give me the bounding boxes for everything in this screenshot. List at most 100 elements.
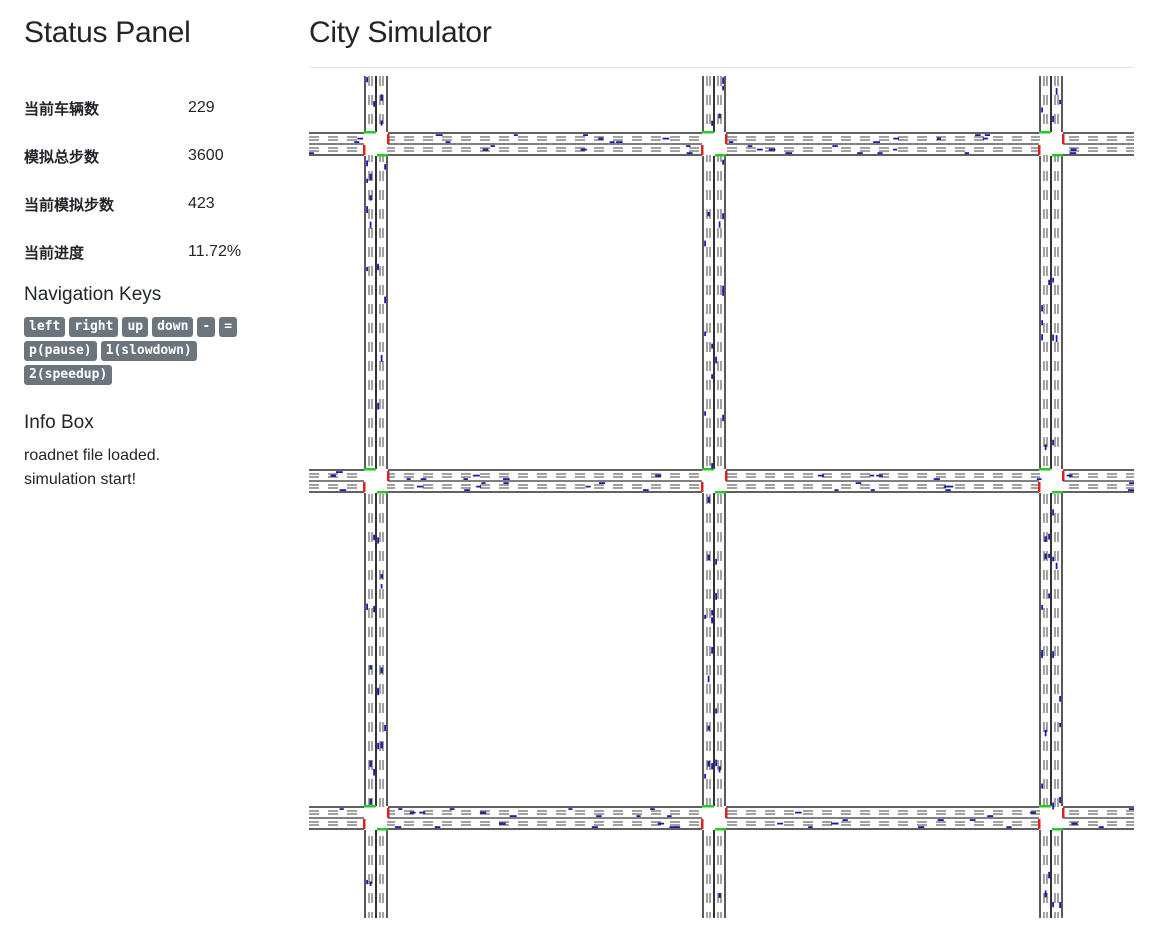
signal-green xyxy=(702,131,714,134)
vehicle xyxy=(1059,99,1061,105)
signal-green xyxy=(715,154,726,157)
vehicle xyxy=(1098,826,1104,828)
vehicle xyxy=(936,137,941,140)
intersection xyxy=(703,807,725,829)
navigation-keys-title: Navigation Keys xyxy=(24,284,162,305)
vehicle xyxy=(377,402,379,410)
vehicle xyxy=(1041,334,1043,341)
vehicle xyxy=(808,826,813,828)
vehicle xyxy=(667,815,672,817)
signal-green xyxy=(1052,154,1063,157)
vehicle xyxy=(366,77,368,83)
vehicle xyxy=(369,173,372,181)
vehicle xyxy=(1059,722,1061,728)
vehicle xyxy=(384,164,386,170)
vehicle xyxy=(707,496,710,503)
key-zoom-in[interactable]: = xyxy=(219,317,238,337)
vehicle xyxy=(1069,152,1077,154)
vehicle xyxy=(686,145,691,147)
vehicle xyxy=(982,137,988,140)
intersection xyxy=(1040,807,1062,829)
vehicle xyxy=(482,148,489,151)
vehicle xyxy=(373,605,375,613)
vehicle xyxy=(406,478,411,480)
vehicle xyxy=(704,411,706,416)
intersection xyxy=(703,470,725,492)
vehicle xyxy=(398,808,403,810)
vehicle xyxy=(609,141,615,143)
vehicle xyxy=(1044,890,1047,898)
vehicle xyxy=(1128,808,1134,810)
key-slowdown[interactable]: 1(slowdown) xyxy=(100,341,197,361)
vehicle xyxy=(1041,107,1043,113)
vehicle xyxy=(369,760,372,768)
key-left[interactable]: left xyxy=(24,317,66,337)
key-pause[interactable]: p(pause) xyxy=(24,341,97,361)
vehicle xyxy=(409,811,416,814)
vehicle xyxy=(380,574,383,579)
vehicle xyxy=(711,647,713,654)
vehicle xyxy=(366,206,368,214)
status-panel-title: Status Panel xyxy=(24,16,191,49)
signal-green xyxy=(364,468,376,471)
vehicle xyxy=(715,356,717,364)
vehicle xyxy=(583,134,589,136)
intersection xyxy=(1040,133,1062,155)
vehicle xyxy=(380,741,383,749)
vehicle xyxy=(1052,556,1054,562)
vehicle xyxy=(419,811,426,814)
vehicle xyxy=(380,94,383,101)
signal-red xyxy=(725,808,728,818)
key-up[interactable]: up xyxy=(122,317,149,337)
vehicle xyxy=(711,343,713,349)
vehicle xyxy=(1052,334,1054,341)
vehicle xyxy=(857,152,863,154)
vehicle xyxy=(817,474,825,477)
key-zoom-out[interactable]: - xyxy=(197,317,216,337)
vehicle xyxy=(1041,320,1043,326)
vehicle xyxy=(662,137,670,140)
vehicle xyxy=(794,811,802,814)
vehicle xyxy=(655,474,662,477)
vehicle xyxy=(718,893,721,898)
vehicle xyxy=(616,141,623,143)
vehicle xyxy=(394,826,402,828)
vehicle xyxy=(1052,802,1054,810)
intersection xyxy=(1040,470,1062,492)
vehicle xyxy=(1036,478,1042,480)
vehicle xyxy=(707,554,710,561)
vehicle xyxy=(650,808,655,810)
intersection xyxy=(365,133,387,155)
vehicle xyxy=(598,482,606,484)
vehicle xyxy=(707,675,710,683)
vehicle xyxy=(711,610,713,616)
vehicle xyxy=(380,354,383,362)
signal-green xyxy=(1039,805,1051,808)
signal-red xyxy=(363,819,366,829)
key-down[interactable]: down xyxy=(152,317,194,337)
stat-value: 11.72% xyxy=(188,243,242,260)
signal-green xyxy=(377,491,388,494)
vehicle xyxy=(933,478,940,480)
vehicle xyxy=(873,141,880,143)
signal-red xyxy=(1038,482,1041,492)
vehicle xyxy=(435,134,443,136)
simulation-canvas[interactable] xyxy=(309,76,1134,918)
signal-red xyxy=(1062,134,1065,144)
vehicle xyxy=(373,768,375,776)
vehicle xyxy=(1055,562,1058,570)
vehicle xyxy=(711,618,713,624)
vehicle xyxy=(747,145,753,147)
key-speedup[interactable]: 2(speedup) xyxy=(24,365,113,385)
vehicle xyxy=(975,134,981,136)
vehicle xyxy=(479,811,487,814)
signal-green xyxy=(377,828,388,831)
vehicle xyxy=(377,263,379,270)
vehicle xyxy=(384,724,386,732)
vehicle xyxy=(513,134,518,136)
key-right[interactable]: right xyxy=(69,317,119,337)
vehicle xyxy=(373,101,375,107)
vehicle xyxy=(377,537,379,544)
intersection xyxy=(703,133,725,155)
stat-row-current-step: 当前模拟步数 423 xyxy=(24,180,284,228)
